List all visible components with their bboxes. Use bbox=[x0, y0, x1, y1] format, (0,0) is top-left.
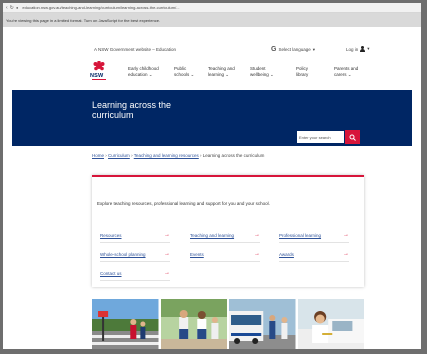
link-whole-school-planning[interactable]: Whole-school planning → bbox=[100, 251, 170, 262]
gov-website-text: A NSW Government website – Education bbox=[94, 47, 177, 52]
page: A NSW Government website – Education G S… bbox=[12, 28, 412, 349]
nav-label: library bbox=[296, 72, 309, 77]
card-accent-line bbox=[92, 175, 364, 177]
refresh-icon[interactable]: ↻ bbox=[10, 5, 14, 11]
breadcrumb-curriculum[interactable]: Curriculum bbox=[108, 153, 130, 158]
school-crossing-image bbox=[92, 299, 159, 349]
logo-underline bbox=[92, 79, 106, 80]
nav-label: wellbeing ⌄ bbox=[250, 72, 274, 77]
back-icon[interactable]: ‹ bbox=[6, 5, 8, 11]
search-icon bbox=[349, 134, 356, 141]
hero-banner: Learning across the curriculum Enter you… bbox=[12, 90, 412, 146]
arrow-right-icon: → bbox=[164, 251, 170, 257]
link-resources[interactable]: Resources → bbox=[100, 232, 170, 243]
link-awards[interactable]: Awards → bbox=[279, 251, 349, 262]
nav-label: education ⌄ bbox=[128, 72, 153, 77]
link-divider bbox=[100, 242, 170, 243]
link-divider bbox=[100, 261, 170, 262]
photo-strip bbox=[92, 299, 364, 349]
javascript-notice: You're viewing this page in a limited fo… bbox=[3, 13, 421, 27]
breadcrumb-home[interactable]: Home bbox=[92, 153, 104, 158]
nav-parents-and-carers[interactable]: Parents and carers ⌄ bbox=[334, 66, 374, 78]
photo-student-car[interactable] bbox=[297, 299, 364, 349]
nav-early-childhood[interactable]: Early childhood education ⌄ bbox=[128, 66, 168, 78]
link-label: Events bbox=[190, 252, 204, 257]
bus-stop-image bbox=[229, 299, 296, 349]
link-divider bbox=[279, 242, 349, 243]
link-label: Teaching and learning bbox=[190, 233, 235, 238]
language-label: Select language bbox=[278, 47, 311, 52]
nav-label: learning ⌄ bbox=[208, 72, 230, 77]
chevron-down-icon: ▾ bbox=[367, 46, 370, 51]
breadcrumb-current: Learning across the curriculum bbox=[202, 153, 265, 158]
chevron-down-icon: ▾ bbox=[312, 46, 315, 52]
photo-school-crossing[interactable] bbox=[92, 299, 159, 349]
arrow-right-icon: → bbox=[343, 232, 349, 238]
photo-students-walking[interactable] bbox=[160, 299, 227, 349]
login-label: Log in bbox=[346, 46, 359, 52]
nav-student-wellbeing[interactable]: Student wellbeing ⌄ bbox=[250, 66, 290, 78]
link-contact-us[interactable]: Contact us → bbox=[100, 270, 170, 281]
search-input[interactable]: Enter your search bbox=[297, 131, 344, 143]
link-professional-learning[interactable]: Professional learning → bbox=[279, 232, 349, 243]
browser-window: ‹ ↻ ● education.nsw.gov.au/teaching-and-… bbox=[3, 3, 421, 349]
link-divider bbox=[190, 242, 260, 243]
main-navigation: NSW Early childhood education ⌄ Public s… bbox=[12, 61, 412, 89]
arrow-right-icon: → bbox=[254, 251, 260, 257]
utility-bar: A NSW Government website – Education G S… bbox=[12, 42, 412, 56]
link-label: Contact us bbox=[100, 271, 122, 276]
language-selector[interactable]: G Select language ▾ bbox=[271, 46, 315, 53]
link-divider bbox=[100, 280, 170, 281]
nav-policy-library[interactable]: Policy library bbox=[296, 66, 336, 78]
lock-icon: ● bbox=[16, 5, 19, 10]
arrow-right-icon: → bbox=[164, 270, 170, 276]
link-divider bbox=[279, 261, 349, 262]
photo-bus-stop[interactable] bbox=[229, 299, 296, 349]
breadcrumb: Home › Curriculum › Teaching and learnin… bbox=[92, 153, 264, 158]
nsw-logo[interactable]: NSW bbox=[90, 61, 108, 83]
students-walking-image bbox=[160, 299, 227, 349]
arrow-right-icon: → bbox=[343, 251, 349, 257]
link-label: Resources bbox=[100, 233, 122, 238]
card-intro-text: Explore teaching resources, professional… bbox=[97, 201, 270, 206]
arrow-right-icon: → bbox=[254, 232, 260, 238]
link-divider bbox=[190, 261, 260, 262]
content-card: Explore teaching resources, professional… bbox=[92, 175, 364, 287]
url-field[interactable]: education.nsw.gov.au/teaching-and-learni… bbox=[22, 5, 242, 10]
waratah-icon bbox=[93, 61, 105, 71]
student-car-image bbox=[297, 299, 364, 349]
search-button[interactable] bbox=[345, 130, 360, 144]
google-translate-icon: G bbox=[271, 46, 277, 53]
breadcrumb-resources[interactable]: Teaching and learning resources bbox=[134, 153, 199, 158]
nav-teaching-and-learning[interactable]: Teaching and learning ⌄ bbox=[208, 66, 248, 78]
link-events[interactable]: Events → bbox=[190, 251, 260, 262]
page-title: Learning across the curriculum bbox=[92, 100, 172, 120]
link-teaching-and-learning[interactable]: Teaching and learning → bbox=[190, 232, 260, 243]
browser-nav-buttons: ‹ ↻ bbox=[6, 5, 16, 11]
link-label: Awards bbox=[279, 252, 294, 257]
arrow-right-icon: → bbox=[164, 232, 170, 238]
link-label: Whole-school planning bbox=[100, 252, 146, 257]
browser-address-bar: ‹ ↻ ● education.nsw.gov.au/teaching-and-… bbox=[3, 3, 421, 13]
user-icon bbox=[360, 46, 366, 52]
login-link[interactable]: Log in ▾ bbox=[346, 46, 370, 52]
link-label: Professional learning bbox=[279, 233, 322, 238]
nav-label: carers ⌄ bbox=[334, 72, 352, 77]
